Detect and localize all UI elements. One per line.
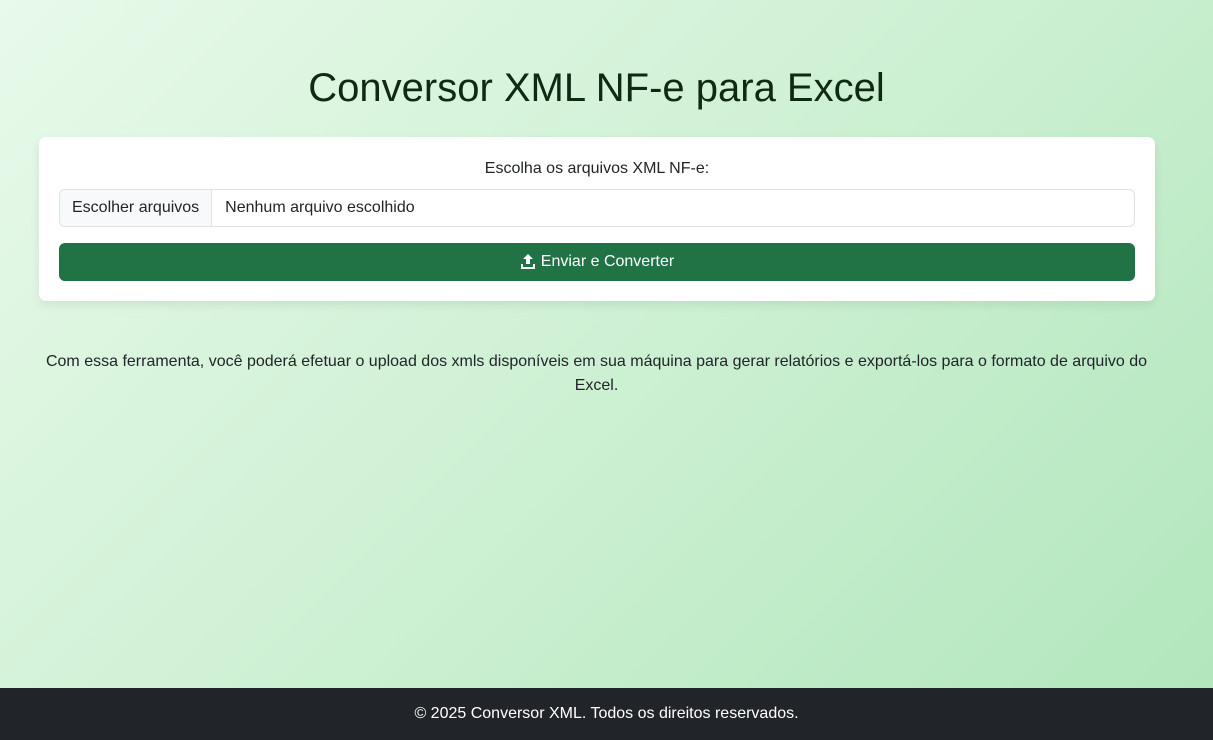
upload-card: Escolha os arquivos XML NF-e: Escolher a… <box>39 137 1155 301</box>
choose-files-button[interactable]: Escolher arquivos <box>60 190 213 226</box>
upload-label: Escolha os arquivos XML NF-e: <box>484 160 710 177</box>
page-title: Conversor XML NF-e para Excel <box>308 66 885 110</box>
submit-convert-button[interactable]: Enviar e Converter <box>59 243 1135 281</box>
upload-icon <box>520 254 536 270</box>
file-input[interactable]: Escolher arquivos Nenhum arquivo escolhi… <box>59 189 1135 227</box>
submit-label: Enviar e Converter <box>540 253 675 270</box>
file-status-text: Nenhum arquivo escolhido <box>225 199 415 216</box>
footer-text: © 2025 Conversor XML. Todos os direitos … <box>414 705 799 722</box>
description-text: Com essa ferramenta, você poderá efetuar… <box>45 353 1148 394</box>
footer: © 2025 Conversor XML. Todos os direitos … <box>0 688 1213 740</box>
